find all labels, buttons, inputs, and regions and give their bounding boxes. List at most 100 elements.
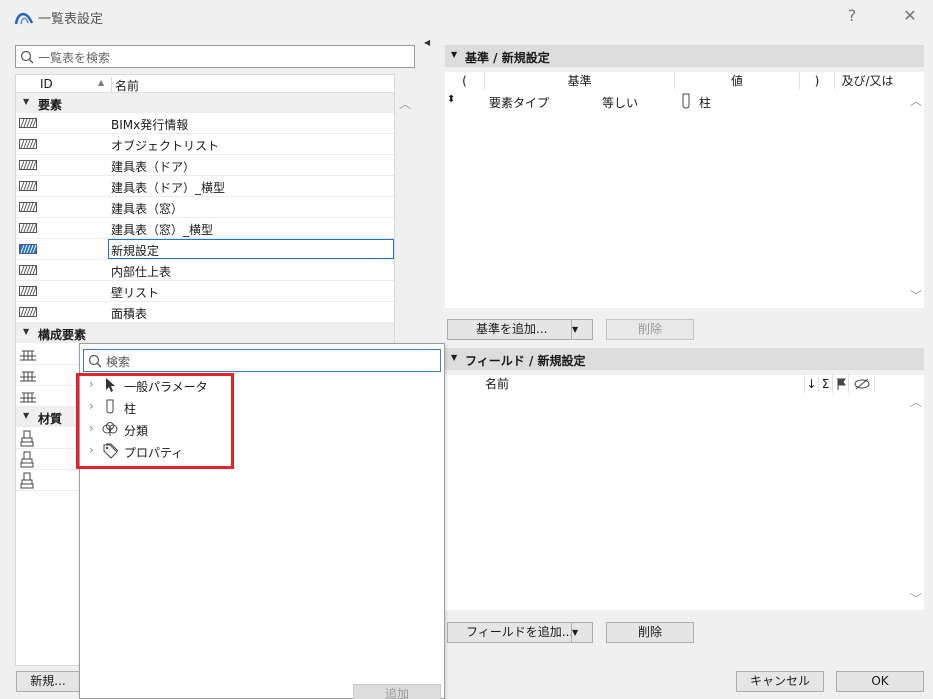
id-cell [40,239,107,259]
fields-section-header[interactable]: ▼ フィールド / 新規設定 [445,348,924,370]
schedule-icon [19,181,37,191]
operator-cell: 等しい [602,96,639,110]
criteria-table: ( 基準 値 ) 及び/又は ⬍ 要素タイプ 等しい 柱 ︿ ﹀ [445,72,924,308]
close-button[interactable]: ✕ [896,4,924,28]
scroll-up-icon[interactable]: ︿ [399,95,411,112]
list-item[interactable] [16,449,80,470]
fields-title: フィールド / 新規設定 [465,354,586,368]
delete-field-button[interactable]: 削除 [606,622,694,643]
group-elements[interactable]: ▼ 要素 [16,93,394,113]
scroll-down-icon[interactable]: ﹀ [910,590,922,607]
ok-button[interactable]: OK [836,671,924,692]
popup-add-button[interactable]: 追加 [353,684,441,699]
group-components[interactable]: ▼ 構成要素 [16,323,394,343]
schedule-icon [19,202,37,212]
name-cell: 新規設定 [111,244,160,258]
search-placeholder: 一覧表を検索 [38,51,111,65]
window-title: 一覧表設定 [38,12,104,27]
column-field-name: 名前 [453,375,805,393]
list-item[interactable]: 建具表（ドア）_横型 [16,176,394,197]
search-icon [88,354,102,368]
criteria-section-header[interactable]: ▼ 基準 / 新規設定 [445,45,924,67]
sort-ascending-icon: ▲ [98,78,105,87]
add-field-button[interactable]: フィールドを追加... ▼ [447,622,593,643]
sort-down-icon[interactable]: ↓ [805,375,819,393]
visibility-off-icon[interactable] [849,375,875,393]
list-header: ID ▲ 名前 [16,75,394,93]
collapse-caret-icon: ▼ [23,411,30,420]
id-cell [40,113,107,133]
id-cell [40,281,107,301]
list-item[interactable]: 面積表 [16,302,394,323]
id-cell [40,155,107,175]
delete-criterion-button[interactable]: 削除 [606,319,694,340]
add-criterion-button[interactable]: 基準を追加... ▼ [447,319,593,340]
criteria-title: 基準 / 新規設定 [465,51,550,65]
id-cell [40,260,107,280]
sum-icon[interactable]: Σ [819,375,833,393]
popup-search-input[interactable]: 検索 [83,349,441,372]
schedule-icon [19,265,37,275]
scroll-up-icon[interactable]: ︿ [910,92,922,109]
component-icon [20,392,36,403]
collapse-left-arrow-icon[interactable]: ◀ [424,38,430,47]
id-cell [40,134,107,154]
list-item[interactable] [16,344,80,365]
app-logo-icon [14,12,34,25]
group-label: 材質 [38,412,63,426]
name-cell: 建具表（窓）_横型 [111,223,214,237]
group-materials[interactable]: ▼ 材質 [16,407,80,427]
list-item[interactable]: 壁リスト [16,281,394,302]
collapse-caret-icon: ▼ [23,327,30,336]
list-item[interactable]: 建具表（窓） [16,197,394,218]
collapse-caret-icon: ▼ [23,97,30,106]
scroll-down-icon[interactable]: ﹀ [910,287,922,304]
list-item[interactable]: 建具表（窓）_横型 [16,218,394,239]
id-cell [40,218,107,238]
component-icon [20,350,36,361]
list-item[interactable]: BIMx発行情報 [16,113,394,134]
list-item[interactable]: 新規設定 [16,239,394,260]
group-label: 要素 [38,98,63,112]
list-item[interactable] [16,365,80,386]
schedule-search-input[interactable]: 一覧表を検索 [15,45,415,68]
column-name[interactable]: 名前 [111,77,139,93]
cancel-button[interactable]: キャンセル [736,671,824,692]
id-cell [40,302,107,322]
column-id[interactable]: ID [40,77,53,91]
list-item[interactable] [16,470,80,491]
name-cell: 壁リスト [111,286,160,300]
list-item[interactable]: 建具表（ドア） [16,155,394,176]
collapse-caret-icon: ▼ [451,50,458,59]
popup-search-placeholder: 検索 [106,355,131,369]
new-schedule-button[interactable]: 新規... [16,671,80,692]
dropdown-arrow-icon[interactable]: ▼ [571,623,592,642]
column-icon [682,93,690,109]
name-cell: 面積表 [111,307,148,321]
schedule-icon [19,139,37,149]
name-cell: 建具表（ドア）_横型 [111,181,226,195]
highlight-box [76,373,234,469]
name-cell: オブジェクトリスト [111,139,220,153]
column-close-paren: ) [800,72,835,90]
list-item[interactable] [16,386,80,407]
scroll-up-icon[interactable]: ︿ [910,393,922,410]
dropdown-arrow-icon[interactable]: ▼ [571,320,592,339]
fields-table: 名前 ↓ Σ ︿ ﹀ [445,375,924,610]
paint-brush-icon [20,472,34,489]
column-criterion: 基準 [485,72,675,90]
flag-icon[interactable] [833,375,849,393]
schedule-settings-dialog: 一覧表設定 ? ✕ 一覧表を検索 ◀ ID ▲ 名前 ▼ 要素 ︿ BIMx発行… [0,0,933,699]
column-and-or: 及び/又は [841,74,894,88]
criteria-row[interactable]: ⬍ 要素タイプ 等しい 柱 [445,92,905,112]
schedule-icon [19,307,37,317]
drag-handle-icon[interactable]: ⬍ [447,94,455,105]
list-item[interactable]: オブジェクトリスト [16,134,394,155]
value-cell: 柱 [699,96,712,110]
schedule-icon [19,160,37,170]
list-item[interactable]: 内部仕上表 [16,260,394,281]
group-label: 構成要素 [38,328,87,342]
name-cell: 建具表（ドア） [111,160,196,174]
list-item[interactable] [16,428,80,449]
help-button[interactable]: ? [838,4,866,28]
